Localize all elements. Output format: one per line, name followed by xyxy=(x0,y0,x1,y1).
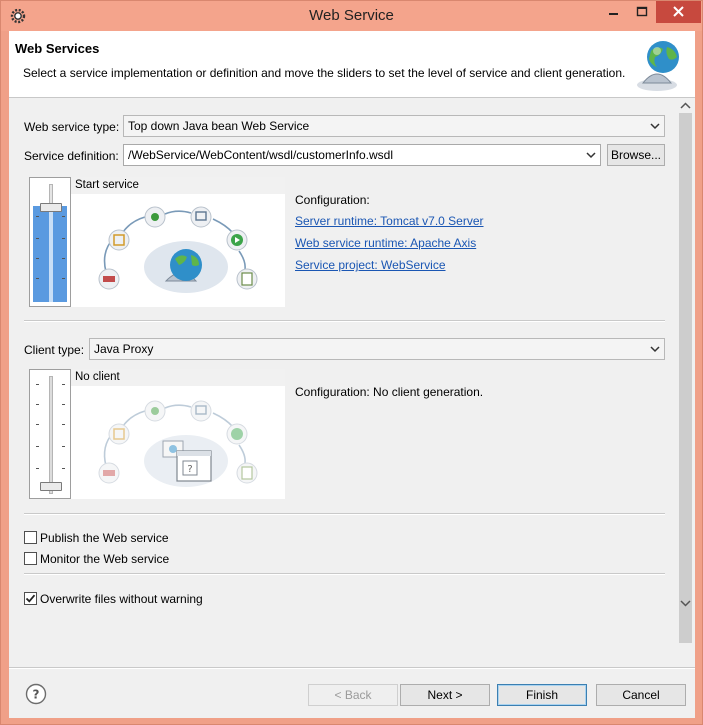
back-button[interactable]: < Back xyxy=(308,684,398,706)
scroll-up-icon[interactable] xyxy=(677,99,694,113)
slider-tick xyxy=(36,424,39,425)
close-button[interactable] xyxy=(656,1,701,23)
slider-tick xyxy=(62,216,65,217)
finish-button[interactable]: Finish xyxy=(497,684,587,706)
client-type-value: Java Proxy xyxy=(94,342,154,356)
wizard-header: Web Services Select a service implementa… xyxy=(9,31,695,98)
monitor-web-service-checkbox[interactable] xyxy=(24,552,37,565)
slider-tick xyxy=(62,238,65,239)
slider-tick xyxy=(62,384,65,385)
slider-tick xyxy=(62,404,65,405)
title-bar[interactable]: Web Service xyxy=(1,1,702,31)
service-slider-thumb[interactable] xyxy=(40,203,62,212)
vertical-scrollbar[interactable] xyxy=(677,99,694,667)
help-icon[interactable]: ? xyxy=(25,683,47,705)
service-definition-label: Service definition: xyxy=(24,149,119,163)
close-icon xyxy=(673,6,684,17)
next-button[interactable]: Next > xyxy=(400,684,490,706)
slider-tick xyxy=(62,468,65,469)
slider-tick xyxy=(62,258,65,259)
web-service-runtime-link[interactable]: Web service runtime: Apache Axis xyxy=(295,236,476,250)
slider-tick xyxy=(36,258,39,259)
footer-separator xyxy=(9,667,695,669)
service-level-diagram: Start service xyxy=(71,177,285,307)
scroll-down-icon[interactable] xyxy=(677,596,694,610)
client-level-diagram: No client ? xyxy=(71,369,285,499)
service-project-link[interactable]: Service project: WebService xyxy=(295,258,446,272)
cancel-button[interactable]: Cancel xyxy=(596,684,686,706)
client-type-select[interactable]: Java Proxy xyxy=(89,338,665,360)
overwrite-files-label: Overwrite files without warning xyxy=(40,592,203,606)
publish-web-service-label: Publish the Web service xyxy=(40,531,169,545)
slider-tick xyxy=(62,446,65,447)
maximize-icon xyxy=(636,6,648,17)
scrollbar-thumb[interactable] xyxy=(679,113,692,643)
dialog-client-area: Web Services Select a service implementa… xyxy=(9,31,695,718)
overwrite-files-checkbox[interactable] xyxy=(24,592,37,605)
web-service-type-select[interactable]: Top down Java bean Web Service xyxy=(123,115,665,137)
svg-text:?: ? xyxy=(187,464,192,475)
slider-tick xyxy=(36,468,39,469)
wizard-content: Web service type: Top down Java bean Web… xyxy=(9,99,695,667)
service-configuration-label: Configuration: xyxy=(295,193,370,207)
page-title: Web Services xyxy=(15,41,100,56)
monitor-web-service-label: Monitor the Web service xyxy=(40,552,170,566)
slider-tick xyxy=(36,216,39,217)
publish-web-service-checkbox[interactable] xyxy=(24,531,37,544)
service-definition-combo[interactable]: /WebService/WebContent/wsdl/customerInfo… xyxy=(123,144,601,166)
service-slider-track-active xyxy=(49,206,53,302)
client-slider-thumb[interactable] xyxy=(40,482,62,491)
slider-tick xyxy=(36,446,39,447)
maximize-button[interactable] xyxy=(627,1,657,23)
browse-button[interactable]: Browse... xyxy=(607,144,665,166)
chevron-down-icon xyxy=(650,123,660,130)
client-flow-diagram-icon: ? xyxy=(98,400,258,487)
chevron-down-icon xyxy=(586,152,596,159)
window-title: Web Service xyxy=(309,7,394,24)
globe-icon xyxy=(637,41,679,91)
client-configuration-label: Configuration: No client generation. xyxy=(295,385,484,399)
separator xyxy=(24,573,665,575)
chevron-down-icon xyxy=(650,346,660,353)
service-flow-diagram-icon xyxy=(98,206,258,293)
server-runtime-link[interactable]: Server runtime: Tomcat v7.0 Server xyxy=(295,214,484,228)
service-definition-value: /WebService/WebContent/wsdl/customerInfo… xyxy=(128,148,394,162)
slider-tick xyxy=(36,384,39,385)
web-service-type-label: Web service type: xyxy=(24,120,120,134)
slider-tick xyxy=(62,424,65,425)
web-service-dialog: Web Service Web Services Select a servic… xyxy=(0,0,703,725)
slider-tick xyxy=(62,278,65,279)
slider-tick xyxy=(36,404,39,405)
checkmark-icon xyxy=(25,594,36,603)
page-description: Select a service implementation or defin… xyxy=(23,66,626,80)
client-type-label: Client type: xyxy=(24,343,85,357)
svg-text:?: ? xyxy=(33,688,40,702)
minimize-button[interactable] xyxy=(599,1,629,23)
minimize-icon xyxy=(609,13,618,15)
web-service-type-value: Top down Java bean Web Service xyxy=(128,119,310,133)
separator xyxy=(24,320,665,322)
slider-tick xyxy=(36,278,39,279)
separator xyxy=(24,513,665,515)
slider-tick xyxy=(36,238,39,239)
client-level-slider[interactable] xyxy=(29,369,71,499)
client-slider-track xyxy=(49,376,53,494)
service-level-slider[interactable] xyxy=(29,177,71,307)
